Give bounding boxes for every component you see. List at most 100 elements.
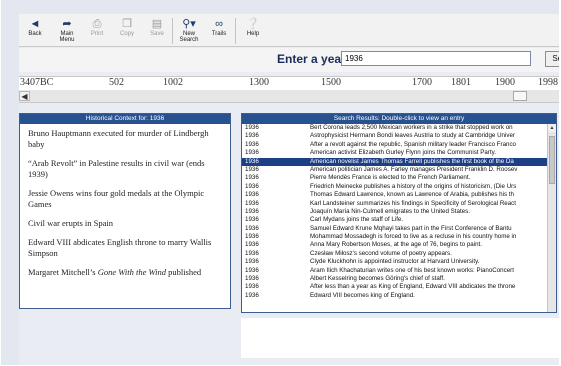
scroll-left-arrow-icon[interactable]: ◀ [19,91,30,101]
context-item: Civil war erupts in Spain [28,218,113,228]
result-year: 1936 [245,258,259,266]
result-row[interactable]: 1936 American politician James A. Farley … [242,166,547,174]
result-row[interactable]: 1936 Astrophysicist Hermann Bondi leaves … [242,132,547,140]
result-year: 1936 [245,283,259,291]
timeline-tick: 3407BC [20,77,54,88]
result-text: Samuel Edward Krune Mqhayi takes part in… [310,224,512,232]
timeline-tick: 502 [109,77,124,88]
year-input[interactable] [341,51,531,66]
search-results-panel: Search Results: Double-click to view an … [241,113,557,313]
results-header: Search Results: Double-click to view an … [242,114,556,124]
timeline-tick: 1900 [495,77,515,88]
result-text: Edward VIII becomes king of England. [310,291,415,299]
help-icon: ❔ [246,18,260,30]
result-text: American novelist James Thomas Farrell p… [310,157,514,165]
result-text: American activist Elizabeth Gurley Flynn… [310,149,496,157]
toolbar: ◄ Back ➦ Main Menu ⎙ Print ❐ Copy ▤ Save… [19,14,559,47]
result-text: Albert Kesselring becomes Göring's chief… [310,275,445,283]
context-item: “Arab Revolt” in Palestine results in ci… [28,158,205,179]
context-header: Historical Context for: 1936 [20,114,230,124]
result-row[interactable]: 1936 Aram Ilich Khachaturian writes one o… [242,267,547,275]
result-year: 1936 [245,233,259,241]
result-row[interactable]: 1936 After less than a year as King of En… [242,283,547,291]
result-row[interactable]: 1936 Carl Mydans joins the staff of Life. [242,216,547,224]
top-gutter [19,0,559,14]
copy-button[interactable]: ❐ Copy [113,17,141,45]
results-scrollbar[interactable]: ▲ [547,124,556,312]
result-row[interactable]: 1936 Karl Landsteiner summarizes his find… [242,200,547,208]
context-item: Jessie Owens wins four gold medals at th… [28,188,205,209]
result-row[interactable]: 1936 Samuel Edward Krune Mqhayi takes par… [242,225,547,233]
search-icon: ⚲▾ [182,18,196,30]
historical-context-panel: Historical Context for: 1936 Bruno Haupt… [19,113,231,309]
context-item: Edward VIII abdicates English throne to … [28,237,212,258]
result-row[interactable]: 1936 American novelist James Thomas Farre… [242,157,547,166]
save-button[interactable]: ▤ Save [143,17,171,45]
trails-button[interactable]: ∞ Trails [205,17,233,45]
result-text: Joaquín María Nin-Culmell emigrates to t… [310,207,470,215]
result-year: 1936 [245,291,259,299]
result-row[interactable]: 1936 Albert Kesselring becomes Göring's c… [242,275,547,283]
result-row[interactable]: 1936 Joaquín María Nin-Culmell emigrates … [242,208,547,216]
year-entry-bar: Enter a year: Search [19,48,559,72]
result-row[interactable]: 1936 Friedrich Meinecke publishes a histo… [242,183,547,191]
result-year: 1936 [245,191,259,199]
result-text: Czesław Miłosz's second volume of poetry… [310,249,452,257]
left-gutter [1,0,19,365]
main-menu-icon: ➦ [62,18,72,30]
result-year: 1936 [245,199,259,207]
result-text: After less than a year as King of Englan… [310,283,516,291]
main-menu-button[interactable]: ➦ Main Menu [53,17,81,45]
results-scroll-thumb[interactable] [549,136,555,184]
bottom-left-area [19,318,241,358]
result-year: 1936 [245,165,259,173]
year-label: Enter a year: [277,52,350,66]
result-row[interactable]: 1936 Anna Mary Robertson Moses, at the ag… [242,241,547,249]
help-button[interactable]: ❔ Help [239,17,267,45]
timeline[interactable]: 3407BC 502 1002 1300 1500 1700 1801 1900… [19,76,559,91]
bottom-right-area [241,318,559,358]
print-button[interactable]: ⎙ Print [83,17,111,45]
result-text: Mohammad Mossadegh is forced to live as … [310,233,517,241]
timeline-scrollbar[interactable]: ◀ [19,90,559,103]
result-year: 1936 [245,132,259,140]
search-button[interactable]: Search [545,51,559,67]
result-row[interactable]: 1936 Edward VIII becomes king of England. [242,292,547,300]
result-text: After a revolt against the republic, Spa… [310,140,517,148]
timeline-tick: 1700 [412,77,432,88]
results-list: 1936 Bert Corona leads 2,500 Mexican work… [242,124,547,312]
scroll-up-arrow-icon[interactable]: ▲ [548,124,556,132]
result-row[interactable]: 1936 Bert Corona leads 2,500 Mexican work… [242,124,547,132]
result-year: 1936 [245,157,259,165]
result-year: 1936 [245,124,259,131]
result-row[interactable]: 1936 After a revolt against the republic,… [242,141,547,149]
timeline-tick: 1801 [451,77,471,88]
result-year: 1936 [245,140,259,148]
application-window: ◄ Back ➦ Main Menu ⎙ Print ❐ Copy ▤ Save… [1,0,559,365]
result-year: 1936 [245,275,259,283]
result-row[interactable]: 1936 Pierre Mendès France is elected to t… [242,174,547,182]
result-row[interactable]: 1936 Clyde Kluckhohn is appointed instruc… [242,258,547,266]
result-text: Pierre Mendès France is elected to the F… [310,174,471,182]
new-search-button[interactable]: ⚲▾ New Search [175,17,203,45]
result-row[interactable]: 1936 American activist Elizabeth Gurley F… [242,149,547,157]
result-row[interactable]: 1936 Czesław Miłosz's second volume of po… [242,250,547,258]
result-year: 1936 [245,207,259,215]
result-year: 1936 [245,149,259,157]
timeline-tick: 1002 [163,77,183,88]
printer-icon: ⎙ [92,18,102,30]
toolbar-divider [172,18,173,44]
back-button[interactable]: ◄ Back [21,17,49,45]
result-text: Thomas Edward Lawrence, known as Lawrenc… [310,191,514,199]
result-year: 1936 [245,249,259,257]
context-item: Margaret Mitchell’s Gone With the Wind p… [28,267,202,277]
timeline-scroll-thumb[interactable] [513,91,527,101]
copy-icon: ❐ [122,18,132,30]
result-row[interactable]: 1936 Thomas Edward Lawrence, known as Law… [242,191,547,199]
result-row[interactable]: 1936 Mohammad Mossadegh is forced to live… [242,233,547,241]
result-text: Karl Landsteiner summarizes his findings… [310,199,517,207]
result-text: Carl Mydans joins the staff of Life. [310,216,404,224]
result-text: American politician James A. Farley mana… [310,165,518,173]
timeline-tick: 1300 [249,77,269,88]
toolbar-divider [235,18,236,44]
